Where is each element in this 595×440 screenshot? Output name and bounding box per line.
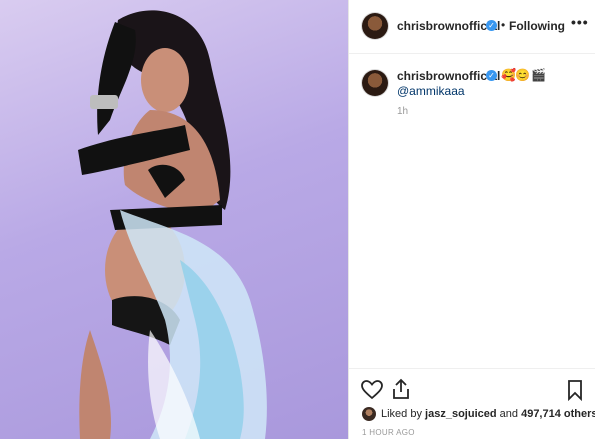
more-options-icon[interactable]: ••• — [571, 14, 589, 30]
caption-timestamp: 1h — [397, 106, 409, 117]
photo-illustration — [78, 10, 267, 439]
share-icon[interactable] — [389, 377, 413, 401]
post-header: chrisbrownofficial ✓ • Following ••• — [349, 0, 595, 54]
post-footer: Liked by jasz_sojuiced and 497,714 other… — [349, 368, 595, 440]
likes-summary: Liked by jasz_sojuiced and 497,714 other… — [381, 408, 595, 420]
smiling-face-emoji: 😊 — [515, 68, 530, 82]
following-button[interactable]: Following — [509, 19, 565, 33]
smiling-hearts-emoji: 🥰 — [501, 68, 516, 82]
heart-icon[interactable] — [360, 378, 384, 402]
post-timestamp[interactable]: 1 HOUR AGO — [362, 428, 415, 437]
post-side-panel: chrisbrownofficial ✓ • Following ••• chr… — [349, 0, 595, 439]
liked-by-and: and — [499, 408, 519, 420]
author-username[interactable]: chrisbrownofficial — [397, 19, 500, 33]
liked-by-prefix: Liked by — [381, 408, 422, 420]
author-avatar[interactable] — [362, 13, 388, 39]
clapper-board-emoji: 🎬 — [531, 68, 546, 82]
others-count[interactable]: 497,714 others — [521, 408, 595, 420]
liker-username[interactable]: jasz_sojuiced — [425, 408, 497, 420]
instagram-post: chrisbrownofficial ✓ • Following ••• chr… — [0, 0, 595, 439]
caption-author-avatar[interactable] — [362, 70, 388, 96]
post-photo[interactable] — [0, 0, 348, 439]
caption-username[interactable]: chrisbrownofficial — [397, 69, 500, 83]
verified-badge-icon: ✓ — [486, 70, 497, 81]
mention-link[interactable]: @ammikaaa — [397, 84, 465, 98]
liker-avatar[interactable] — [362, 407, 376, 421]
verified-badge-icon: ✓ — [486, 20, 497, 31]
separator-dot: • — [501, 18, 506, 32]
bookmark-icon[interactable] — [563, 378, 587, 402]
